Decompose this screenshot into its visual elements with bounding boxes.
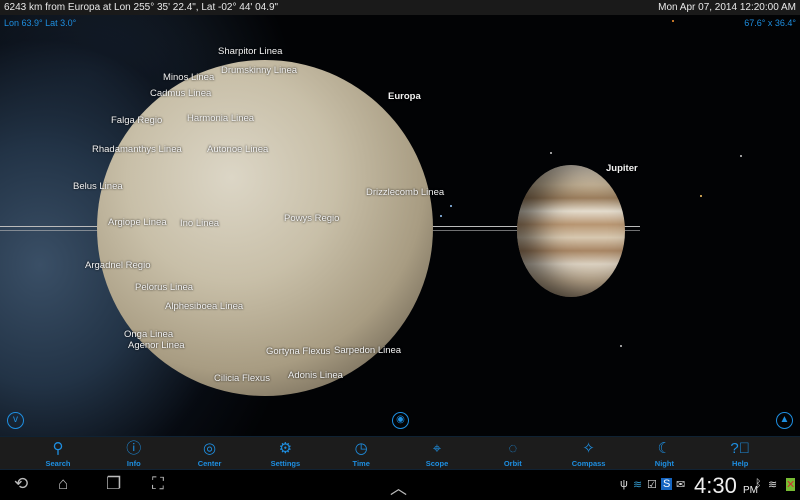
feature-label[interactable]: Powys Regio: [284, 213, 339, 224]
status-bar: 6243 km from Europa at Lon 255° 35' 22.4…: [0, 0, 800, 15]
feature-label[interactable]: Gortyna Flexus: [266, 346, 330, 357]
help-icon: ?⃝: [730, 440, 750, 457]
toolbar-help-button[interactable]: ?⃝ Help: [710, 439, 770, 468]
screenshot-button[interactable]: ⛶: [152, 474, 164, 494]
feature-label[interactable]: Cadmus Linea: [150, 88, 211, 99]
toolbar-search-button[interactable]: ⚲ Search: [28, 439, 88, 468]
lonlat-readout: Lon 63.9° Lat 3.0°: [4, 18, 77, 28]
feature-label[interactable]: Cilicia Flexus: [214, 373, 270, 384]
info-icon: ⓘ: [126, 440, 142, 457]
feature-label[interactable]: Drumskinny Linea: [221, 65, 297, 76]
clock: 4:30 PM: [694, 473, 758, 498]
toolbar-label: Compass: [571, 459, 606, 468]
globe-icon[interactable]: ◉: [392, 412, 409, 429]
moon-icon: ☾: [657, 440, 672, 457]
mail-icon: ✉: [676, 479, 686, 491]
toolbar-label: Search: [45, 459, 71, 468]
android-nav-bar: ⟲ ⌂ ❐ ⛶ ︿ ψ ≋ ☑ S ✉ 4:30 PM ᛒ ≋ ✕: [0, 470, 800, 500]
feature-label[interactable]: Pelorus Linea: [135, 282, 193, 293]
wifi-signal-icon: ≋: [768, 479, 778, 491]
search-icon: ⚲: [52, 440, 64, 457]
toolbar-label: Settings: [270, 459, 301, 468]
feature-label[interactable]: Alphesiboea Linea: [165, 301, 243, 312]
bluetooth-icon: ᛒ: [755, 478, 762, 490]
target-icon: ◎: [203, 440, 217, 457]
toolbar-scope-button[interactable]: ⌖ Scope: [407, 439, 467, 468]
feature-label[interactable]: Sarpedon Linea: [334, 345, 401, 356]
skype-icon: S: [661, 478, 673, 490]
toolbar-label: Night: [654, 459, 674, 468]
feature-label[interactable]: Drizzlecomb Linea: [366, 187, 444, 198]
feature-label[interactable]: Agenor Linea: [128, 340, 185, 351]
toolbar-settings-button[interactable]: ⚙ Settings: [255, 439, 315, 468]
toolbar-label: Orbit: [503, 459, 522, 468]
compass-icon: ✧: [582, 440, 595, 457]
feature-label[interactable]: Argiope Linea: [108, 217, 167, 228]
north-arrow-icon[interactable]: ▲: [776, 412, 793, 429]
recent-apps-button[interactable]: ❐: [106, 474, 121, 494]
feature-label[interactable]: Harmonia Linea: [187, 113, 254, 124]
feature-label[interactable]: Argadnel Regio: [85, 260, 151, 271]
gear-icon: ⚙: [278, 440, 293, 457]
toolbar-night-button[interactable]: ☾ Night: [634, 439, 694, 468]
toolbar-label: Info: [126, 459, 141, 468]
feature-label[interactable]: Belus Linea: [73, 181, 123, 192]
fov-readout: 67.6° x 36.4°: [744, 18, 796, 28]
telescope-icon: ⌖: [432, 440, 442, 457]
toolbar-compass-button[interactable]: ✧ Compass: [559, 439, 619, 468]
feature-label[interactable]: Minos Linea: [163, 72, 214, 83]
feature-label[interactable]: Rhadamanthys Linea: [92, 144, 182, 155]
toolbar-label: Scope: [425, 459, 449, 468]
toolbar-time-button[interactable]: ◷ Time: [331, 439, 391, 468]
toolbar-label: Center: [197, 459, 222, 468]
chevron-up-icon[interactable]: ︿: [390, 474, 407, 499]
toolbar-orbit-button[interactable]: ◌ Orbit: [483, 439, 543, 468]
feature-label[interactable]: Ino Linea: [180, 218, 219, 229]
clipboard-icon: ☑: [647, 479, 657, 491]
bottom-toolbar: ⚲ Search ⓘ Info ◎ Center ⚙ Settings ◷ Time ⌖ Scope ◌…: [0, 436, 800, 470]
toolbar-label: Help: [732, 459, 749, 468]
feature-label[interactable]: Jupiter: [606, 163, 638, 174]
feature-label[interactable]: Adonis Linea: [288, 370, 343, 381]
toolbar-info-button[interactable]: ⓘ Info: [104, 439, 164, 468]
wifi-icon: ≋: [633, 479, 643, 491]
battery-icon: ✕: [786, 478, 796, 491]
home-button[interactable]: ⌂: [58, 474, 68, 494]
feature-label[interactable]: Onga Linea: [124, 329, 173, 340]
feature-label[interactable]: Autonoe Linea: [207, 144, 268, 155]
sky-view[interactable]: Lon 63.9° Lat 3.0° 67.6° x 36.4° Sharpit…: [0, 15, 800, 436]
clock-icon: ◷: [354, 440, 368, 457]
back-button[interactable]: ⟲: [14, 474, 28, 494]
jupiter-planet[interactable]: [517, 165, 625, 297]
feature-label[interactable]: Europa: [388, 91, 421, 102]
toolbar-center-button[interactable]: ◎ Center: [180, 439, 240, 468]
toolbar-label: Time: [352, 459, 370, 468]
feature-label[interactable]: Falga Regio: [111, 115, 162, 126]
datetime-readout[interactable]: Mon Apr 07, 2014 12:20:00 AM: [658, 0, 796, 15]
usb-icon: ψ: [620, 478, 628, 490]
feature-label[interactable]: Sharpitor Linea: [218, 46, 282, 57]
location-readout: 6243 km from Europa at Lon 255° 35' 22.4…: [4, 2, 279, 13]
orbit-icon: ◌: [508, 440, 518, 457]
chevron-down-icon[interactable]: v: [7, 412, 24, 429]
